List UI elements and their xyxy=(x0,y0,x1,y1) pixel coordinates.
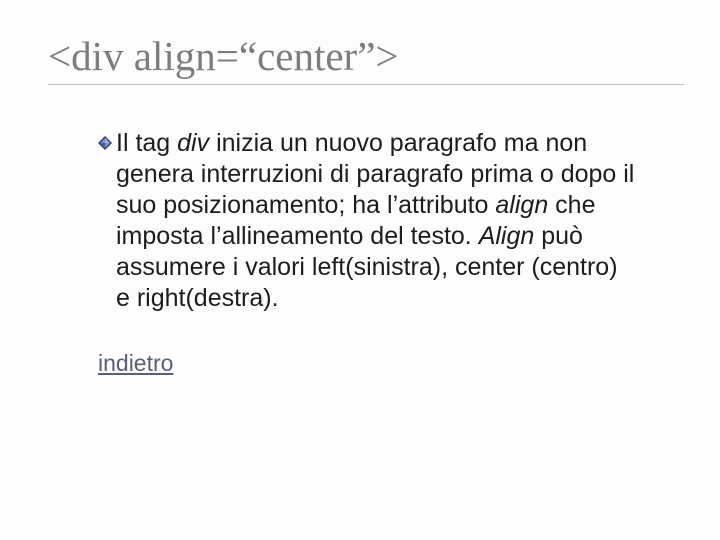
title-underline xyxy=(48,84,684,86)
slide-title: <div align=“center”> xyxy=(48,32,678,80)
paragraph: Il tag div inizia un nuovo paragrafo ma … xyxy=(116,128,638,314)
title-block: <div align=“center”> xyxy=(48,32,678,86)
diamond-bullet-icon xyxy=(98,136,112,150)
italic-term: align xyxy=(495,191,548,219)
slide: <div align=“center”> Il tag div inizia u… xyxy=(0,0,720,540)
bullet-list-item: Il tag div inizia un nuovo paragrafo ma … xyxy=(98,128,638,314)
italic-term: div xyxy=(177,129,209,157)
body-content: Il tag div inizia un nuovo paragrafo ma … xyxy=(98,128,638,377)
text-segment: Il tag xyxy=(116,129,177,157)
back-link[interactable]: indietro xyxy=(98,350,173,377)
italic-term: Align xyxy=(479,222,535,250)
